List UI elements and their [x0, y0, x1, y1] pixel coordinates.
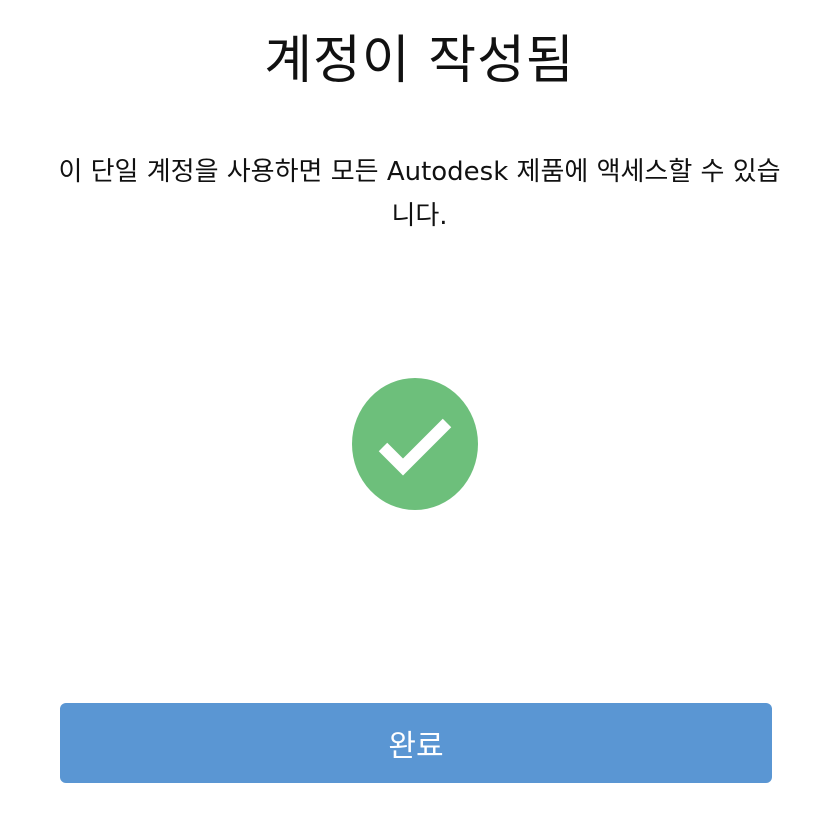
success-check-icon — [351, 377, 479, 511]
page-title: 계정이 작성됨 — [264, 31, 575, 91]
done-button[interactable]: 완료 — [60, 703, 772, 783]
account-created-dialog: 계정이 작성됨 이 단일 계정을 사용하면 모든 Autodesk 제품에 액세… — [0, 0, 839, 828]
account-description: 이 단일 계정을 사용하면 모든 Autodesk 제품에 액세스할 수 있습니… — [58, 157, 781, 231]
